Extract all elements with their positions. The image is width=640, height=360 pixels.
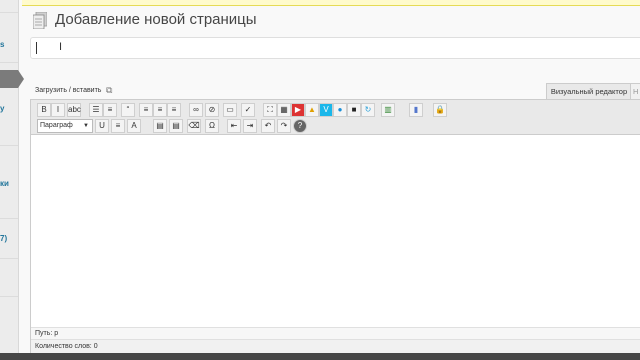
globe-icon[interactable]: ● [333,103,347,117]
sidebar-separator [0,218,18,219]
paste-text-icon[interactable]: ▤ [153,119,167,133]
indent-icon[interactable]: ⇥ [243,119,257,133]
sidebar-separator [0,62,18,63]
video-icon[interactable]: ■ [347,103,361,117]
sidebar-separator [0,296,18,297]
word-count-status: Количество слов: 0 [31,339,640,353]
vimeo-icon[interactable]: V [319,103,333,117]
spellcheck-icon[interactable]: ✓ [241,103,255,117]
align-center-icon[interactable]: ≡ [153,103,167,117]
editor-toolbar: B Iabc ☰ ≡ “≡ ≡ ≡ ∞ ⊘ ▭ ✓ ⛶ ▦ ▶ ▲ V ● ■ ↻ ▥ ▮ 🔒 Параграф ▼ U ≡… [31,100,640,135]
editor-path-status: Путь: p [31,327,640,339]
sidebar-item[interactable]: у [0,104,18,113]
redo-icon[interactable]: ↷ [277,119,291,133]
upload-insert-link[interactable]: Загрузить / вставить [35,87,101,94]
kitchen-sink-icon[interactable]: ▦ [277,103,291,117]
outdent-icon[interactable]: ⇤ [227,119,241,133]
undo-icon[interactable]: ↶ [261,119,275,133]
chart-icon[interactable]: ▮ [409,103,423,117]
italic-icon[interactable]: I [51,103,65,117]
text-caret [36,42,37,54]
unlink-icon[interactable]: ⊘ [205,103,219,117]
justify-icon[interactable]: ≡ [111,119,125,133]
underline-icon[interactable]: U [95,119,109,133]
bottom-bar [0,353,640,360]
paste-word-icon[interactable]: ▤ [169,119,183,133]
lock-icon[interactable]: 🔒 [433,103,447,117]
align-left-icon[interactable]: ≡ [139,103,153,117]
fullscreen-icon[interactable]: ⛶ [263,103,277,117]
warning-icon[interactable]: ▲ [305,103,319,117]
rich-text-editor: B Iabc ☰ ≡ “≡ ≡ ≡ ∞ ⊘ ▭ ✓ ⛶ ▦ ▶ ▲ V ● ■ ↻ ▥ ▮ 🔒 Параграф ▼ U ≡… [30,99,640,354]
tab-visual-editor[interactable]: Визуальный редактор [546,83,632,100]
table-icon[interactable]: ▥ [381,103,395,117]
numbered-list-icon[interactable]: ≡ [103,103,117,117]
editor-content-area[interactable] [31,135,640,325]
sidebar-separator [0,12,18,13]
active-menu-arrow [18,70,24,88]
mouse-ibeam-cursor: I [59,41,63,53]
sidebar-item[interactable]: s [0,40,18,49]
title-input[interactable] [30,37,640,59]
special-char-icon[interactable]: Ω [205,119,219,133]
chevron-down-icon[interactable]: ▼ [83,119,89,133]
sidebar-item-pages-active[interactable] [0,70,18,88]
youtube-icon[interactable]: ▶ [291,103,305,117]
pages-icon [33,12,47,29]
sidebar-separator [0,258,18,259]
help-icon[interactable]: ? [293,119,307,133]
sidebar-separator [0,145,18,146]
link-icon[interactable]: ∞ [189,103,203,117]
strikethrough-icon[interactable]: abc [67,103,81,117]
notice-bar [22,0,640,6]
text-color-icon[interactable]: A [127,119,141,133]
tab-html[interactable]: H [630,83,640,100]
bullet-list-icon[interactable]: ☰ [89,103,103,117]
admin-sidebar: s у ки 7) [0,0,19,360]
clear-formatting-icon[interactable]: ⌫ [187,119,201,133]
sidebar-item[interactable]: 7) [0,234,18,243]
align-right-icon[interactable]: ≡ [167,103,181,117]
sidebar-item[interactable]: ки [0,179,18,188]
bold-icon[interactable]: B [37,103,51,117]
blockquote-icon[interactable]: “ [121,103,135,117]
page-title: Добавление новой страницы [55,11,257,28]
more-tag-icon[interactable]: ▭ [223,103,237,117]
refresh-icon[interactable]: ↻ [361,103,375,117]
media-upload-icon[interactable]: ⧉ [106,85,112,96]
